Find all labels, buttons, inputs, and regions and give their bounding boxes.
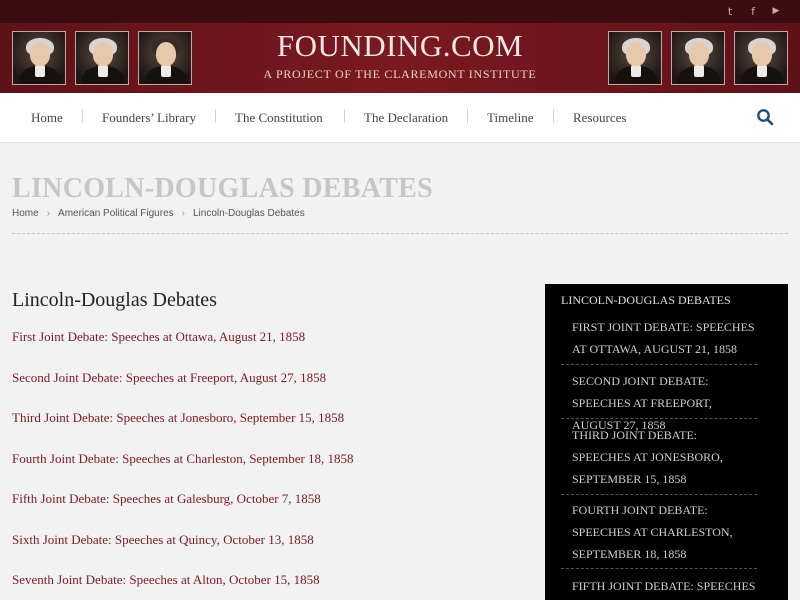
nav-founders-library[interactable]: Founders’ Library xyxy=(102,110,196,126)
debate-link-seventh[interactable]: Seventh Joint Debate: Speeches at Alton,… xyxy=(12,572,320,588)
sidebar-item-third-debate[interactable]: THIRD JOINT DEBATE: SPEECHES AT JONESBOR… xyxy=(572,424,757,490)
breadcrumb-separator-icon: › xyxy=(46,208,51,219)
nav-divider xyxy=(344,109,345,123)
breadcrumb-american-political-figures[interactable]: American Political Figures xyxy=(58,207,174,220)
debate-link-first[interactable]: First Joint Debate: Speeches at Ottawa, … xyxy=(12,329,305,345)
debate-link-third[interactable]: Third Joint Debate: Speeches at Jonesbor… xyxy=(12,410,344,426)
twitter-icon[interactable]: t xyxy=(723,5,737,18)
nav-divider xyxy=(553,109,554,123)
page-title: LINCOLN-DOUGLAS DEBATES xyxy=(12,173,434,204)
breadcrumb: Home › American Political Figures › Lincoln-… xyxy=(12,207,305,220)
site-logo-title[interactable]: FOUNDING.COM xyxy=(0,29,800,63)
nav-divider xyxy=(467,109,468,123)
site-banner: FOUNDING.COM A PROJECT OF THE CLAREMONT … xyxy=(0,23,800,93)
sidebar-item-first-debate[interactable]: FIRST JOINT DEBATE: SPEECHES AT OTTAWA, … xyxy=(572,316,757,360)
sidebar-divider xyxy=(561,364,757,365)
sidebar-item-fourth-debate[interactable]: FOURTH JOINT DEBATE: SPEECHES AT CHARLES… xyxy=(572,499,757,565)
main-nav: Home Founders’ Library The Constitution … xyxy=(0,93,800,143)
nav-the-declaration[interactable]: The Declaration xyxy=(364,110,448,126)
header-divider xyxy=(12,233,788,234)
nav-divider xyxy=(215,109,216,123)
sidebar-divider xyxy=(561,568,757,569)
debate-link-fifth[interactable]: Fifth Joint Debate: Speeches at Galesbur… xyxy=(12,491,321,507)
search-icon[interactable] xyxy=(756,108,774,126)
debate-link-fourth[interactable]: Fourth Joint Debate: Speeches at Charles… xyxy=(12,451,354,467)
top-bar: t f ▶ xyxy=(0,0,800,23)
sidebar-divider xyxy=(561,494,757,495)
breadcrumb-separator-icon: › xyxy=(181,208,185,219)
debate-link-sixth[interactable]: Sixth Joint Debate: Speeches at Quincy, … xyxy=(12,532,314,548)
nav-timeline[interactable]: Timeline xyxy=(487,110,533,126)
content-heading: Lincoln-Douglas Debates xyxy=(12,289,217,311)
nav-the-constitution[interactable]: The Constitution xyxy=(235,110,323,126)
sidebar-divider xyxy=(561,418,757,419)
sidebar-title[interactable]: LINCOLN-DOUGLAS DEBATES xyxy=(561,293,731,307)
debate-link-second[interactable]: Second Joint Debate: Speeches at Freepor… xyxy=(12,370,326,386)
sidebar-menu: LINCOLN-DOUGLAS DEBATES FIRST JOINT DEBA… xyxy=(545,284,788,600)
breadcrumb-home[interactable]: Home xyxy=(12,207,39,220)
facebook-icon[interactable]: f xyxy=(746,5,760,18)
nav-home[interactable]: Home xyxy=(31,110,63,126)
sidebar-item-fifth-debate[interactable]: FIFTH JOINT DEBATE: SPEECHES xyxy=(572,575,757,597)
breadcrumb-current: Lincoln-Douglas Debates xyxy=(192,208,305,219)
youtube-icon[interactable]: ▶ xyxy=(769,5,783,18)
site-logo-subtitle: A PROJECT OF THE CLAREMONT INSTITUTE xyxy=(263,67,537,81)
nav-divider xyxy=(82,109,83,123)
nav-resources[interactable]: Resources xyxy=(573,110,626,126)
